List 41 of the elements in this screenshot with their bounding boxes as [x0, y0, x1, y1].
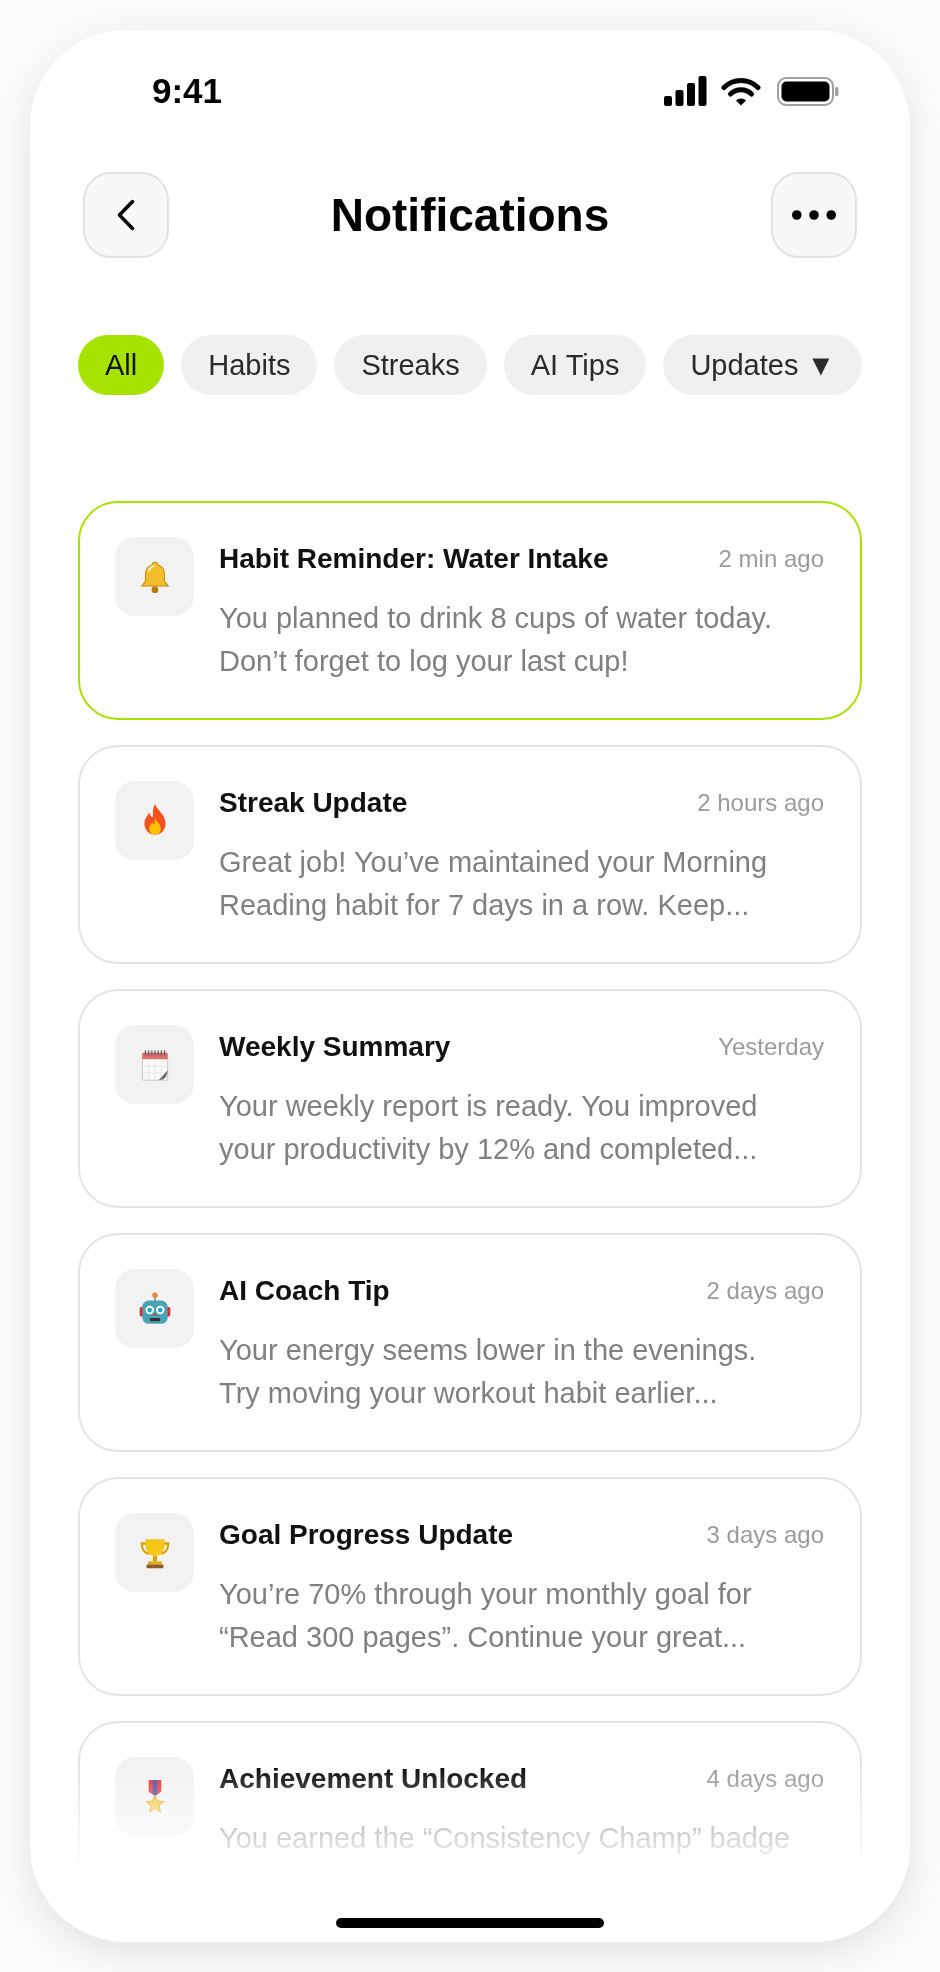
- notification-title: AI Coach Tip: [219, 1274, 390, 1308]
- flame-icon: [115, 781, 194, 860]
- calendar-icon: [115, 1025, 194, 1104]
- notification-card[interactable]: Streak Update 2 hours ago Great job! You’ve maintained your Morning Reading habit for 7 days in a row. Keep...: [78, 745, 862, 964]
- notification-title: Goal Progress Update: [219, 1518, 514, 1552]
- notification-title: Achievement Unlocked: [219, 1762, 528, 1796]
- notification-card[interactable]: Habit Reminder: Water Intake 2 min ago You planned to drink 8 cups of water today. Don’t forget to log your last cup!: [78, 501, 862, 720]
- filter-chip[interactable]: Updates ▼: [663, 335, 863, 395]
- notification-title: Habit Reminder: Water Intake: [219, 542, 609, 576]
- notification-body: Great job! You’ve maintained your Morning Reading habit for 7 days in a row. Keep...: [219, 845, 769, 923]
- notification-card[interactable]: Goal Progress Update 3 days ago You’re 70% through your monthly goal for “Read 300 pages”. Continue your great...: [78, 1477, 862, 1696]
- notification-time: 3 days ago: [706, 1520, 824, 1550]
- robot-icon: [115, 1269, 194, 1348]
- signal-icon: [664, 76, 707, 106]
- notification-time: 2 min ago: [718, 544, 824, 574]
- filter-chip[interactable]: AI Tips: [503, 335, 647, 395]
- notification-title: Streak Update: [219, 786, 408, 820]
- notification-body: You’re 70% through your monthly goal for “Read 300 pages”. Continue your great...: [219, 1577, 753, 1655]
- notification-card[interactable]: AI Coach Tip 2 days ago Your energy seems lower in the evenings. Try moving your workout habit earlier...: [78, 1233, 862, 1452]
- notification-body: You planned to drink 8 cups of water today. Don’t forget to log your last cup!: [219, 601, 773, 679]
- filter-chip[interactable]: Streaks: [334, 335, 487, 395]
- battery-icon: [777, 76, 839, 106]
- filter-chip[interactable]: All: [78, 335, 165, 395]
- notification-title: Weekly Summary: [219, 1030, 451, 1064]
- status-time: 9:41: [152, 70, 223, 112]
- medal-icon: [115, 1757, 194, 1836]
- notification-body: Your energy seems lower in the evenings. Try moving your workout habit earlier...: [219, 1333, 758, 1411]
- back-icon: [116, 199, 136, 231]
- notification-time: 2 days ago: [706, 1276, 824, 1306]
- notification-time: Yesterday: [718, 1032, 824, 1062]
- more-icon: [792, 210, 836, 220]
- notification-time: 4 days ago: [706, 1764, 824, 1794]
- trophy-icon: [115, 1513, 194, 1592]
- bell-icon: [115, 537, 194, 616]
- filter-chip[interactable]: Habits: [181, 335, 318, 395]
- notification-body: Your weekly report is ready. You improved your productivity by 12% and completed...: [219, 1089, 759, 1167]
- wifi-icon: [721, 76, 761, 106]
- more-button[interactable]: [771, 172, 857, 258]
- page-title: Notifications: [330, 188, 610, 243]
- notification-card[interactable]: Weekly Summary Yesterday Your weekly report is ready. You improved your productivity by 12% and completed...: [78, 989, 862, 1208]
- notification-time: 2 hours ago: [697, 788, 824, 818]
